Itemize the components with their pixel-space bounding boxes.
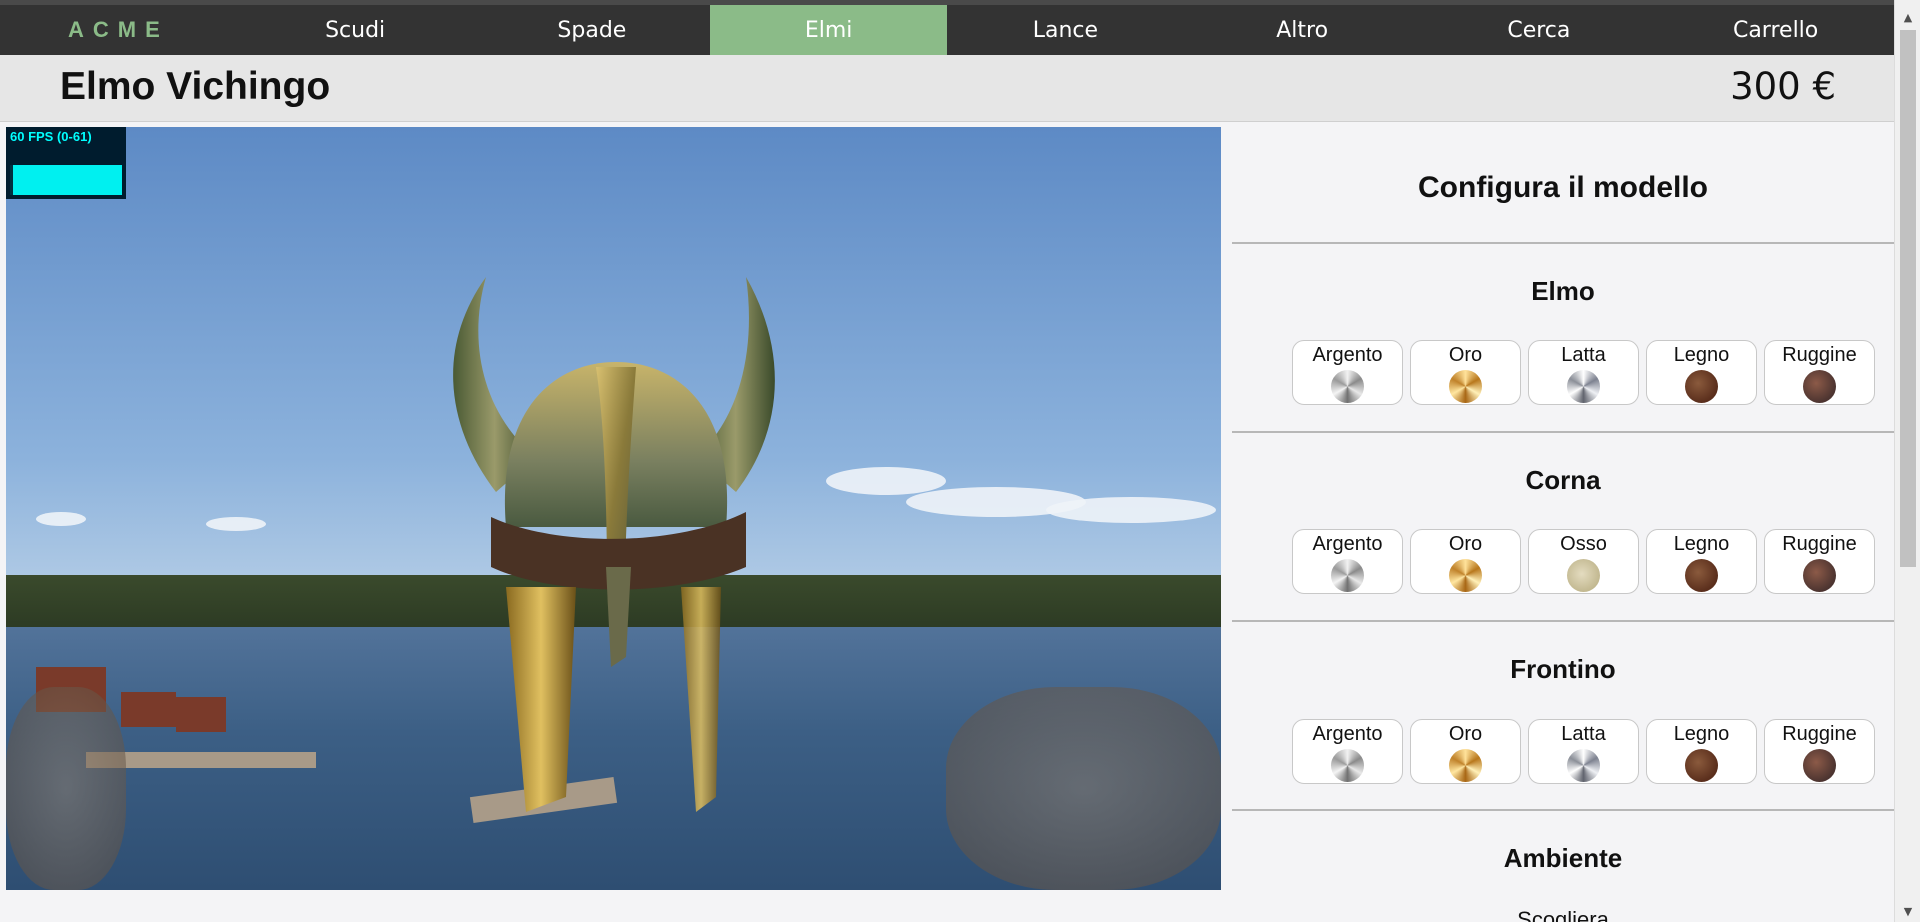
product-price: 300 € — [1730, 65, 1836, 108]
product-title: Elmo Vichingo — [60, 65, 331, 108]
option-label: Argento — [1312, 533, 1383, 555]
elmo-option-latta[interactable]: Latta — [1528, 340, 1639, 405]
osso-swatch-icon — [1567, 559, 1600, 592]
section-title-elmo: Elmo — [1531, 276, 1595, 306]
argento-swatch-icon — [1331, 370, 1364, 403]
ruggine-swatch-icon — [1803, 559, 1836, 592]
section-title-corna: Corna — [1525, 465, 1601, 495]
option-label: Legno — [1673, 533, 1730, 555]
option-label: Latta — [1561, 723, 1606, 745]
3d-viewer-canvas[interactable] — [6, 127, 1221, 890]
divider — [1232, 242, 1894, 244]
scroll-down-icon[interactable]: ▼ — [1895, 902, 1920, 922]
nav-item-scudi[interactable]: Scudi — [237, 5, 474, 55]
corna-option-legno[interactable]: Legno — [1646, 529, 1757, 594]
option-label: Oro — [1448, 723, 1483, 745]
nav-item-cerca[interactable]: Cerca — [1421, 5, 1658, 55]
elmo-option-legno[interactable]: Legno — [1646, 340, 1757, 405]
viking-helmet-model[interactable] — [426, 187, 806, 890]
legno-swatch-icon — [1685, 370, 1718, 403]
option-label: Osso — [1560, 533, 1607, 555]
option-label: Legno — [1673, 723, 1730, 745]
product-header: Elmo Vichingo 300 € — [0, 55, 1894, 122]
foliage — [946, 687, 1221, 890]
nav-item-elmi[interactable]: Elmi — [710, 5, 947, 55]
acme-logo[interactable]: ACME — [0, 5, 237, 55]
ruggine-swatch-icon — [1803, 370, 1836, 403]
cloud — [36, 512, 86, 526]
latta-swatch-icon — [1567, 749, 1600, 782]
frontino-options: Argento Oro Latta Legno Ruggine — [1292, 719, 1875, 784]
frontino-option-latta[interactable]: Latta — [1528, 719, 1639, 784]
argento-swatch-icon — [1331, 559, 1364, 592]
frontino-option-legno[interactable]: Legno — [1646, 719, 1757, 784]
nav-item-carrello[interactable]: Carrello — [1657, 5, 1894, 55]
nav-item-altro[interactable]: Altro — [1184, 5, 1421, 55]
corna-option-ruggine[interactable]: Ruggine — [1764, 529, 1875, 594]
configurator-panel: Configura il modello Elmo Argento Oro La… — [1232, 127, 1894, 922]
cloud — [1046, 497, 1216, 523]
legno-swatch-icon — [1685, 749, 1718, 782]
option-label: Argento — [1312, 344, 1383, 366]
fps-stats-panel: 60 FPS (0-61) — [6, 127, 126, 199]
nav-item-lance[interactable]: Lance — [947, 5, 1184, 55]
frontino-option-oro[interactable]: Oro — [1410, 719, 1521, 784]
option-label: Legno — [1673, 344, 1730, 366]
elmo-options: Argento Oro Latta Legno Ruggine — [1292, 340, 1875, 405]
divider — [1232, 431, 1894, 433]
section-title-frontino: Frontino — [1510, 654, 1616, 684]
top-navigation: ACME Scudi Spade Elmi Lance Altro Cerca … — [0, 0, 1894, 55]
cloud — [206, 517, 266, 531]
fps-graph — [10, 165, 122, 195]
nav-item-spade[interactable]: Spade — [474, 5, 711, 55]
scroll-thumb[interactable] — [1900, 30, 1916, 567]
argento-swatch-icon — [1331, 749, 1364, 782]
legno-swatch-icon — [1685, 559, 1718, 592]
fps-readout: 60 FPS (0-61) — [10, 129, 92, 144]
page-scrollbar[interactable]: ▲ ▼ — [1894, 0, 1920, 922]
oro-swatch-icon — [1449, 749, 1482, 782]
option-label: Oro — [1448, 533, 1483, 555]
option-label: Ruggine — [1782, 344, 1857, 366]
option-label: Argento — [1312, 723, 1383, 745]
oro-swatch-icon — [1449, 370, 1482, 403]
option-label: Ruggine — [1782, 723, 1857, 745]
corna-option-osso[interactable]: Osso — [1528, 529, 1639, 594]
option-label: Oro — [1448, 344, 1483, 366]
elmo-option-oro[interactable]: Oro — [1410, 340, 1521, 405]
option-label: Latta — [1561, 344, 1606, 366]
ambiente-option-scogliera[interactable]: Scogliera — [1232, 907, 1894, 922]
elmo-option-argento[interactable]: Argento — [1292, 340, 1403, 405]
oro-swatch-icon — [1449, 559, 1482, 592]
elmo-option-ruggine[interactable]: Ruggine — [1764, 340, 1875, 405]
configurator-title: Configura il modello — [1418, 171, 1708, 204]
foliage — [6, 687, 126, 890]
latta-swatch-icon — [1567, 370, 1600, 403]
cloud — [826, 467, 946, 495]
divider — [1232, 620, 1894, 622]
scroll-up-icon[interactable]: ▲ — [1895, 8, 1920, 28]
corna-options: Argento Oro Osso Legno Ruggine — [1292, 529, 1875, 594]
frontino-option-ruggine[interactable]: Ruggine — [1764, 719, 1875, 784]
divider — [1232, 809, 1894, 811]
corna-option-argento[interactable]: Argento — [1292, 529, 1403, 594]
ruggine-swatch-icon — [1803, 749, 1836, 782]
section-title-ambiente: Ambiente — [1503, 843, 1623, 873]
option-label: Ruggine — [1782, 533, 1857, 555]
corna-option-oro[interactable]: Oro — [1410, 529, 1521, 594]
frontino-option-argento[interactable]: Argento — [1292, 719, 1403, 784]
